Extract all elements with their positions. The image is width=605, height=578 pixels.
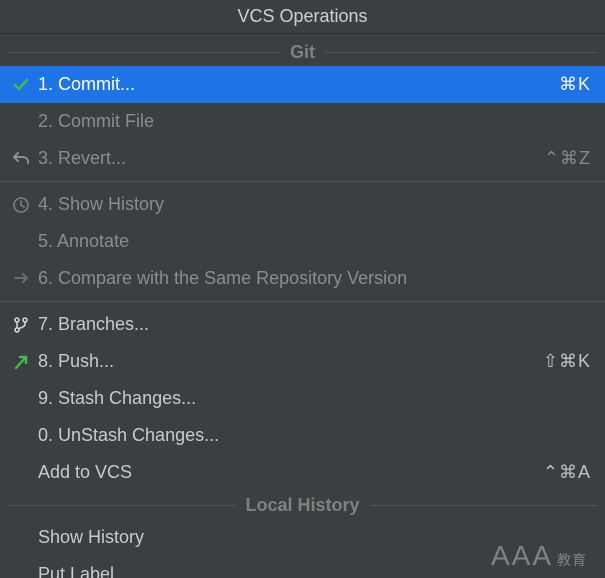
separator — [0, 181, 605, 182]
menu-item-push[interactable]: 8. Push... ⇧⌘K — [0, 343, 605, 380]
menu-item-revert[interactable]: 3. Revert... ⌃⌘Z — [0, 140, 605, 177]
section-header-git: Git — [0, 38, 605, 66]
divider — [325, 52, 597, 53]
menu-item-label: Add to VCS — [38, 462, 543, 483]
menu-item-unstash[interactable]: 0. UnStash Changes... — [0, 417, 605, 454]
menu-item-label: 2. Commit File — [38, 111, 591, 132]
menu-item-annotate[interactable]: 5. Annotate — [0, 223, 605, 260]
popup-panel: Git 1. Commit... ⌘K 2. Commit File 3. Re… — [0, 34, 605, 578]
divider — [8, 505, 235, 506]
menu-item-local-show-history[interactable]: Show History — [0, 519, 605, 556]
menu-item-label: 4. Show History — [38, 194, 591, 215]
menu-item-label: Show History — [38, 527, 591, 548]
menu-item-compare[interactable]: 6. Compare with the Same Repository Vers… — [0, 260, 605, 297]
menu-item-label: 9. Stash Changes... — [38, 388, 591, 409]
window-titlebar: VCS Operations — [0, 0, 605, 34]
menu-item-stash[interactable]: 9. Stash Changes... — [0, 380, 605, 417]
menu-item-label: Put Label... — [38, 564, 591, 578]
separator — [0, 301, 605, 302]
section-label: Local History — [235, 495, 369, 516]
menu-item-label: 5. Annotate — [38, 231, 591, 252]
menu-item-branches[interactable]: 7. Branches... — [0, 306, 605, 343]
compare-icon — [12, 270, 38, 288]
divider — [370, 505, 597, 506]
menu-item-label: 6. Compare with the Same Repository Vers… — [38, 268, 591, 289]
menu-item-commit[interactable]: 1. Commit... ⌘K — [0, 66, 605, 103]
section-label: Git — [280, 42, 325, 63]
menu-item-label: 8. Push... — [38, 351, 543, 372]
menu-item-label: 7. Branches... — [38, 314, 591, 335]
menu-item-shortcut: ⌘K — [559, 74, 591, 95]
check-icon — [12, 76, 38, 94]
menu-item-show-history[interactable]: 4. Show History — [0, 186, 605, 223]
menu-item-add-to-vcs[interactable]: Add to VCS ⌃⌘A — [0, 454, 605, 491]
push-icon — [12, 353, 38, 371]
divider — [8, 52, 280, 53]
clock-icon — [12, 196, 38, 214]
menu-item-shortcut: ⌃⌘A — [543, 462, 591, 483]
branch-icon — [12, 316, 38, 334]
menu-item-label: 3. Revert... — [38, 148, 544, 169]
section-header-local-history: Local History — [0, 491, 605, 519]
menu-item-put-label[interactable]: Put Label... — [0, 556, 605, 578]
undo-icon — [12, 150, 38, 168]
window-title: VCS Operations — [237, 6, 367, 27]
menu-item-commit-file[interactable]: 2. Commit File — [0, 103, 605, 140]
menu-item-shortcut: ⇧⌘K — [543, 351, 591, 372]
menu-item-label: 1. Commit... — [38, 74, 559, 95]
menu-item-shortcut: ⌃⌘Z — [544, 148, 591, 169]
menu-item-label: 0. UnStash Changes... — [38, 425, 591, 446]
